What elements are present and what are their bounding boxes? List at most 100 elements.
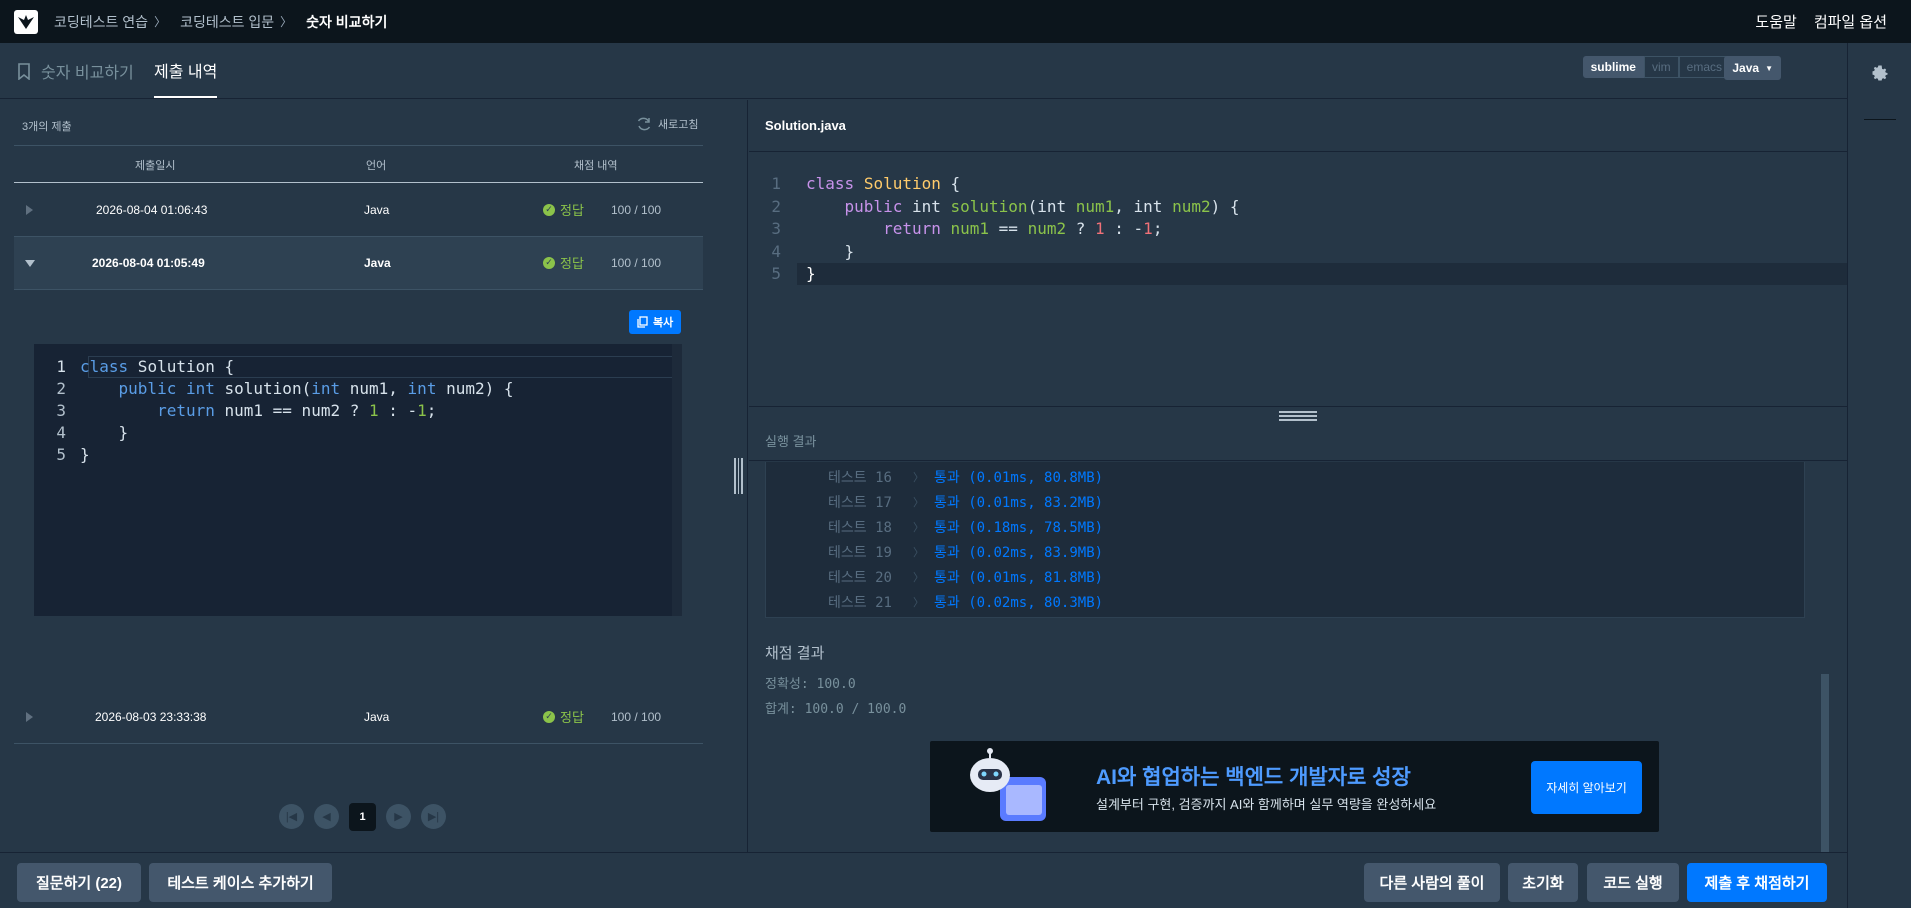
grading-accuracy: 정확성: 100.0 xyxy=(765,677,856,692)
chevron-right-icon: 〉 xyxy=(913,520,924,534)
line-number: 3 xyxy=(56,401,66,420)
editor-mode-emacs[interactable]: emacs xyxy=(1678,56,1730,78)
test-name: 테스트 17 xyxy=(828,494,892,511)
programmers-logo-icon[interactable] xyxy=(14,9,38,34)
language-select-value: Java xyxy=(1732,61,1760,75)
banner-title: AI와 협업하는 백엔드 개발자로 성장 xyxy=(1096,766,1411,789)
first-page-icon[interactable]: |◀ xyxy=(279,804,304,829)
chevron-right-icon: 〉 xyxy=(913,470,924,484)
breadcrumb-item[interactable]: 코딩테스트 입문 xyxy=(180,12,274,32)
submission-date: 2026-08-04 01:05:49 xyxy=(92,256,205,270)
bottom-action-bar: 질문하기 (22) 테스트 케이스 추가하기 다른 사람의 풀이 초기화 코드 … xyxy=(0,852,1847,908)
add-testcase-button[interactable]: 테스트 케이스 추가하기 xyxy=(149,863,332,902)
editor-panel: Solution.java 1 class Solution { 2 public… xyxy=(749,100,1847,852)
scrollbar[interactable] xyxy=(1821,674,1829,852)
status-badge: ✓ 정답 xyxy=(543,200,584,219)
code-line: return num1 == num2 ? 1 : -1; xyxy=(883,219,1163,238)
result-title: 실행 결과 xyxy=(749,414,1847,461)
gear-icon[interactable] xyxy=(1870,63,1890,83)
code-line: class Solution { xyxy=(806,174,961,193)
status-label: 정답 xyxy=(560,203,584,218)
banner-subtitle: 설계부터 구현, 검증까지 AI와 함께하며 실무 역량을 완성하세요 xyxy=(1096,797,1437,812)
submission-score: 100 / 100 xyxy=(611,710,662,724)
submission-language: Java xyxy=(364,256,391,270)
submit-button[interactable]: 제출 후 채점하기 xyxy=(1687,863,1827,902)
line-number: 4 xyxy=(771,241,781,261)
ad-banner[interactable]: AI와 협업하는 백엔드 개발자로 성장 설계부터 구현, 검증까지 AI와 함… xyxy=(930,741,1659,832)
test-name: 테스트 21 xyxy=(828,594,892,611)
test-results-list[interactable]: 테스트 16 〉 통과 (0.01ms, 80.8MB) 테스트 17 〉 통과 (0.… xyxy=(765,462,1805,618)
column-header-result: 채점 내역 xyxy=(574,160,618,172)
caret-down-icon xyxy=(25,260,35,267)
breadcrumb: 코딩테스트 연습 〉 코딩테스트 입문 〉 숫자 비교하기 xyxy=(54,12,393,32)
others-solutions-button[interactable]: 다른 사람의 풀이 xyxy=(1364,863,1500,902)
page-current[interactable]: 1 xyxy=(349,803,376,831)
compile-options-link[interactable]: 컴파일 옵션 xyxy=(1814,11,1887,32)
code-line: return num1 == num2 ? 1 : -1; xyxy=(157,401,437,420)
line-number: 4 xyxy=(56,423,66,442)
code-editor[interactable]: 1 class Solution { 2 public int solution(… xyxy=(749,153,1847,406)
bookmark-icon xyxy=(18,62,30,80)
status-badge: ✓ 정답 xyxy=(543,707,584,726)
grading-title: 채점 결과 xyxy=(765,645,825,662)
submitted-code-viewer[interactable]: 1 class Solution { 2 public int solution(… xyxy=(34,344,682,616)
tab-submissions-label: 제출 내역 xyxy=(154,63,218,81)
copy-label: 복사 xyxy=(653,317,674,329)
submission-score: 100 / 100 xyxy=(611,203,662,217)
language-select[interactable]: Java ▼ xyxy=(1724,56,1781,80)
question-button[interactable]: 질문하기 (22) xyxy=(17,863,141,902)
caret-right-icon xyxy=(26,712,33,722)
check-circle-icon: ✓ xyxy=(543,203,555,216)
chevron-right-icon: 〉 xyxy=(913,545,924,559)
submission-date: 2026-08-04 01:06:43 xyxy=(96,203,208,217)
help-link[interactable]: 도움말 xyxy=(1755,11,1796,32)
prev-page-icon[interactable]: ◀ xyxy=(314,804,339,829)
learn-more-button[interactable]: 자세히 알아보기 xyxy=(1531,761,1642,814)
check-circle-icon: ✓ xyxy=(543,256,555,269)
test-name: 테스트 16 xyxy=(828,469,892,486)
scrollbar[interactable] xyxy=(672,344,682,616)
editor-mode-vim[interactable]: vim xyxy=(1643,56,1679,78)
table-row[interactable]: 2026-08-03 23:33:38 Java ✓ 정답 100 / 100 xyxy=(14,691,703,744)
run-code-button[interactable]: 코드 실행 xyxy=(1587,863,1679,902)
list-item: 테스트 20 〉 통과 (0.01ms, 81.8MB) xyxy=(828,564,1103,589)
tab-problem-label: 숫자 비교하기 xyxy=(41,65,134,82)
column-header-language: 언어 xyxy=(366,160,387,172)
editor-mode-sublime[interactable]: sublime xyxy=(1582,56,1644,78)
copy-button[interactable]: 복사 xyxy=(629,310,682,334)
line-number: 5 xyxy=(771,264,781,283)
code-line: public int solution(int num1, int num2) … xyxy=(844,196,1240,216)
submissions-panel: 3개의 제출 새로고침 제출일시 언어 채점 내역 2026-08-04 01:… xyxy=(0,100,748,852)
test-result: 통과 (0.02ms, 83.9MB) xyxy=(934,544,1104,561)
test-result: 통과 (0.02ms, 80.3MB) xyxy=(934,594,1104,611)
breadcrumb-item[interactable]: 코딩테스트 연습 xyxy=(54,12,148,32)
vertical-resize-handle[interactable] xyxy=(734,458,744,494)
tab-problem[interactable]: 숫자 비교하기 xyxy=(17,43,134,99)
column-header-date: 제출일시 xyxy=(135,160,176,172)
copy-icon xyxy=(637,316,648,328)
last-page-icon[interactable]: ▶| xyxy=(421,804,446,829)
tab-submissions[interactable]: 제출 내역 xyxy=(154,43,218,98)
submission-date: 2026-08-03 23:33:38 xyxy=(95,710,207,724)
code-line: } xyxy=(806,264,816,283)
table-row[interactable]: 2026-08-04 01:06:43 Java ✓ 정답 100 / 100 xyxy=(14,184,703,237)
file-name: Solution.java xyxy=(749,100,1847,152)
refresh-button[interactable]: 새로고침 xyxy=(636,116,698,132)
list-item: 테스트 21 〉 통과 (0.02ms, 80.3MB) xyxy=(828,589,1103,614)
submission-count: 3개의 제출 xyxy=(22,121,72,133)
table-row-expanded[interactable]: 2026-08-04 01:05:49 Java ✓ 정답 100 / 100 xyxy=(14,237,703,290)
code-line: } xyxy=(80,423,129,442)
code-line: class Solution { xyxy=(80,357,235,376)
test-name: 테스트 18 xyxy=(828,519,892,536)
top-nav: 코딩테스트 연습 〉 코딩테스트 입문 〉 숫자 비교하기 도움말 컴파일 옵션 xyxy=(0,0,1911,43)
grading-total: 합계: 100.0 / 100.0 xyxy=(765,702,907,717)
next-page-icon[interactable]: ▶ xyxy=(386,804,411,829)
horizontal-resize-handle[interactable] xyxy=(749,406,1847,421)
status-label: 정답 xyxy=(560,710,584,725)
line-number: 2 xyxy=(771,196,781,216)
chevron-right-icon: 〉 xyxy=(280,15,293,29)
robot-illustration-icon xyxy=(970,748,1046,821)
reset-button[interactable]: 초기화 xyxy=(1508,863,1578,902)
line-number: 1 xyxy=(771,174,781,193)
test-name: 테스트 19 xyxy=(828,544,892,561)
